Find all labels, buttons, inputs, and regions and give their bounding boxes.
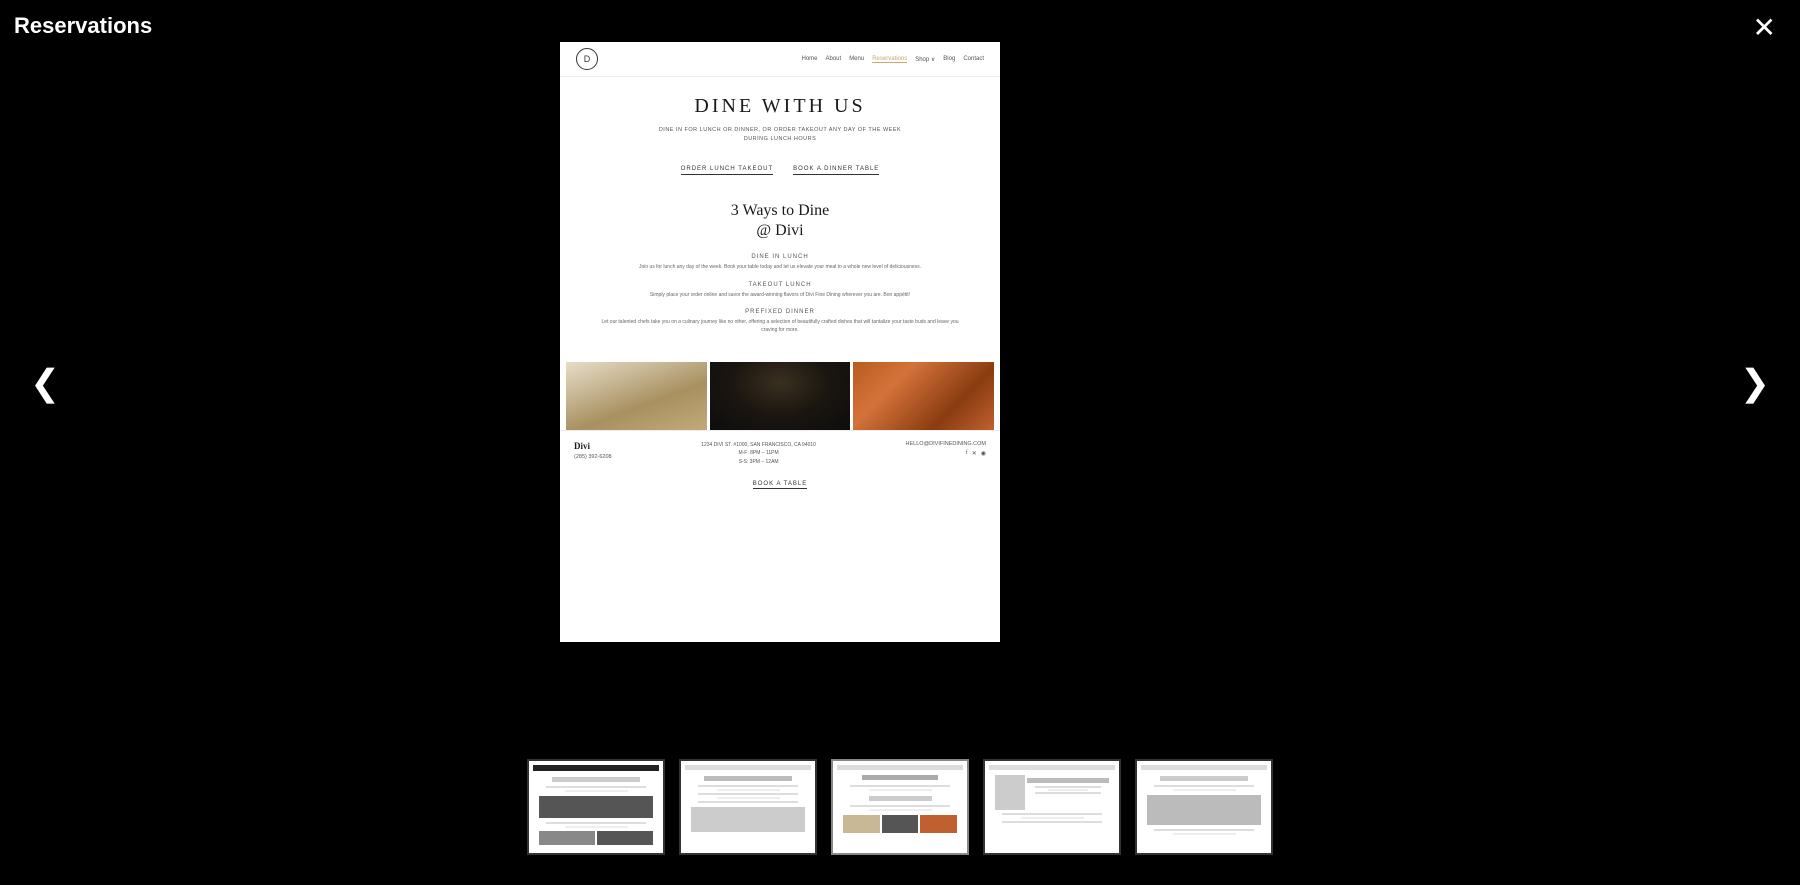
thumbnail-1[interactable] <box>527 759 665 855</box>
site-nav-bar: D Home About Menu Reservations Shop ∨ Bl… <box>560 42 1000 77</box>
nav-link-reservations[interactable]: Reservations <box>872 56 907 63</box>
nav-link-blog[interactable]: Blog <box>943 56 955 63</box>
food-image-row <box>560 362 1000 430</box>
footer-book-table-btn[interactable]: BOOK A TABLE <box>753 481 807 489</box>
footer-email: HELLO@DIVIFINEDINING.COM <box>906 441 986 447</box>
order-lunch-btn[interactable]: ORDER LUNCH TAKEOUT <box>681 166 773 175</box>
thumbnail-strip <box>527 759 1273 855</box>
next-arrow-button[interactable]: ❯ <box>1730 352 1780 414</box>
nav-link-home[interactable]: Home <box>801 56 817 63</box>
nav-link-menu[interactable]: Menu <box>849 56 864 63</box>
twitter-icon[interactable]: ✕ <box>972 450 977 457</box>
footer-contact-section: HELLO@DIVIFINEDINING.COM f ✕ ◉ <box>906 441 986 457</box>
three-ways-section: 3 Ways to Dine@ Divi DINE IN LUNCH Join … <box>560 181 1000 355</box>
instagram-icon[interactable]: ◉ <box>981 450 986 457</box>
nav-link-about[interactable]: About <box>826 56 842 63</box>
takeout-lunch-heading: TAKEOUT LUNCH <box>600 282 960 288</box>
footer-socials: f ✕ ◉ <box>906 450 986 457</box>
thumbnail-3[interactable] <box>831 759 969 855</box>
dine-in-lunch-heading: DINE IN LUNCH <box>600 254 960 260</box>
site-nav-links: Home About Menu Reservations Shop ∨ Blog… <box>801 56 984 63</box>
hero-subtitle: DINE IN FOR LUNCH OR DINNER, OR ORDER TA… <box>590 126 970 144</box>
food-image <box>853 362 994 430</box>
prev-arrow-button[interactable]: ❮ <box>20 352 70 414</box>
nav-link-shop[interactable]: Shop ∨ <box>915 56 935 63</box>
footer-hours-section: 1234 DIVI ST. #1000, SAN FRANCISCO, CA 9… <box>701 441 816 466</box>
footer-brand-section: Divi (285) 392-6208 <box>574 441 612 460</box>
footer-phone: (285) 392-6208 <box>574 454 612 460</box>
prefixed-dinner-text: Let our talented chefs take you on a cul… <box>600 319 960 334</box>
candle-image <box>566 362 707 430</box>
site-logo: D <box>576 48 598 70</box>
thumbnail-2[interactable] <box>679 759 817 855</box>
cocktail-image <box>710 362 851 430</box>
page-title: Reservations <box>14 13 152 39</box>
footer-address: 1234 DIVI ST. #1000, SAN FRANCISCO, CA 9… <box>701 441 816 449</box>
main-preview-window: D Home About Menu Reservations Shop ∨ Bl… <box>560 42 1000 642</box>
takeout-lunch-text: Simply place your order online and savor… <box>600 292 960 300</box>
footer-brand-name: Divi <box>574 441 612 451</box>
hero-title: DINE WITH US <box>590 95 970 118</box>
three-ways-title: 3 Ways to Dine@ Divi <box>600 201 960 243</box>
cta-buttons-row: ORDER LUNCH TAKEOUT BOOK A DINNER TABLE <box>560 156 1000 181</box>
thumbnail-4[interactable] <box>983 759 1121 855</box>
site-footer: Divi (285) 392-6208 1234 DIVI ST. #1000,… <box>560 430 1000 498</box>
thumbnail-5[interactable] <box>1135 759 1273 855</box>
nav-link-contact[interactable]: Contact <box>963 56 984 63</box>
facebook-icon[interactable]: f <box>966 450 968 457</box>
prefixed-dinner-heading: PREFIXED DINNER <box>600 309 960 315</box>
footer-hours: M-F: 8PM – 11PM S-S: 3PM – 12AM <box>701 449 816 466</box>
book-dinner-btn[interactable]: BOOK A DINNER TABLE <box>793 166 879 175</box>
site-hero-section: DINE WITH US DINE IN FOR LUNCH OR DINNER… <box>560 77 1000 156</box>
dine-in-lunch-text: Join us for lunch any day of the week. B… <box>600 264 960 272</box>
close-button[interactable]: ✕ <box>1753 14 1776 42</box>
footer-book-section: BOOK A TABLE <box>574 466 986 494</box>
